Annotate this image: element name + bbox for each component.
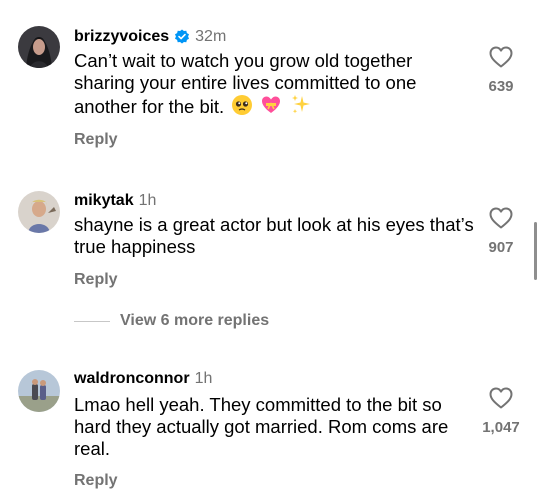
comment-meta: waldronconnor 1h [74, 369, 212, 389]
heart-icon [489, 46, 513, 68]
view-more-replies-button[interactable]: View 6 more replies [74, 312, 269, 330]
verified-badge-icon [174, 29, 190, 45]
like-button[interactable]: 639 [471, 46, 531, 95]
timestamp: 1h [138, 192, 157, 209]
reply-button[interactable]: Reply [74, 131, 118, 149]
avatar[interactable] [18, 370, 60, 412]
like-count: 1,047 [482, 419, 520, 436]
comment-text: Lmao hell yeah. They committed to the bi… [74, 394, 474, 460]
like-count: 639 [488, 78, 514, 95]
reply-button[interactable]: Reply [74, 271, 118, 289]
scrollbar[interactable] [534, 222, 537, 280]
like-count: 907 [488, 239, 514, 256]
replies-divider-line [74, 320, 110, 322]
like-button[interactable]: 907 [471, 207, 531, 256]
avatar[interactable] [18, 191, 60, 233]
sparkles-emoji-icon [290, 94, 312, 116]
avatar[interactable] [18, 26, 60, 68]
timestamp: 1h [194, 370, 213, 387]
heart-icon [489, 207, 513, 229]
like-button[interactable]: 1,047 [471, 387, 531, 436]
username[interactable]: mikytak [74, 191, 134, 211]
comment-text-content: shayne is a great actor but look at his … [74, 214, 474, 257]
username[interactable]: brizzyvoices [74, 27, 169, 47]
heart-icon [489, 387, 513, 409]
timestamp: 32m [195, 28, 227, 45]
reply-button[interactable]: Reply [74, 472, 118, 490]
comment-text-content: Lmao hell yeah. They committed to the bi… [74, 394, 449, 459]
username[interactable]: waldronconnor [74, 369, 190, 389]
pleading-face-emoji-icon [231, 94, 253, 116]
view-more-replies-label: View 6 more replies [120, 312, 270, 329]
comment-meta: mikytak 1h [74, 191, 156, 211]
comment-meta: brizzyvoices 32m [74, 27, 226, 47]
heart-with-ribbon-emoji-icon [260, 94, 282, 116]
comment-text: shayne is a great actor but look at his … [74, 214, 474, 258]
comment-text: Can’t wait to watch you grow old togethe… [74, 50, 474, 118]
